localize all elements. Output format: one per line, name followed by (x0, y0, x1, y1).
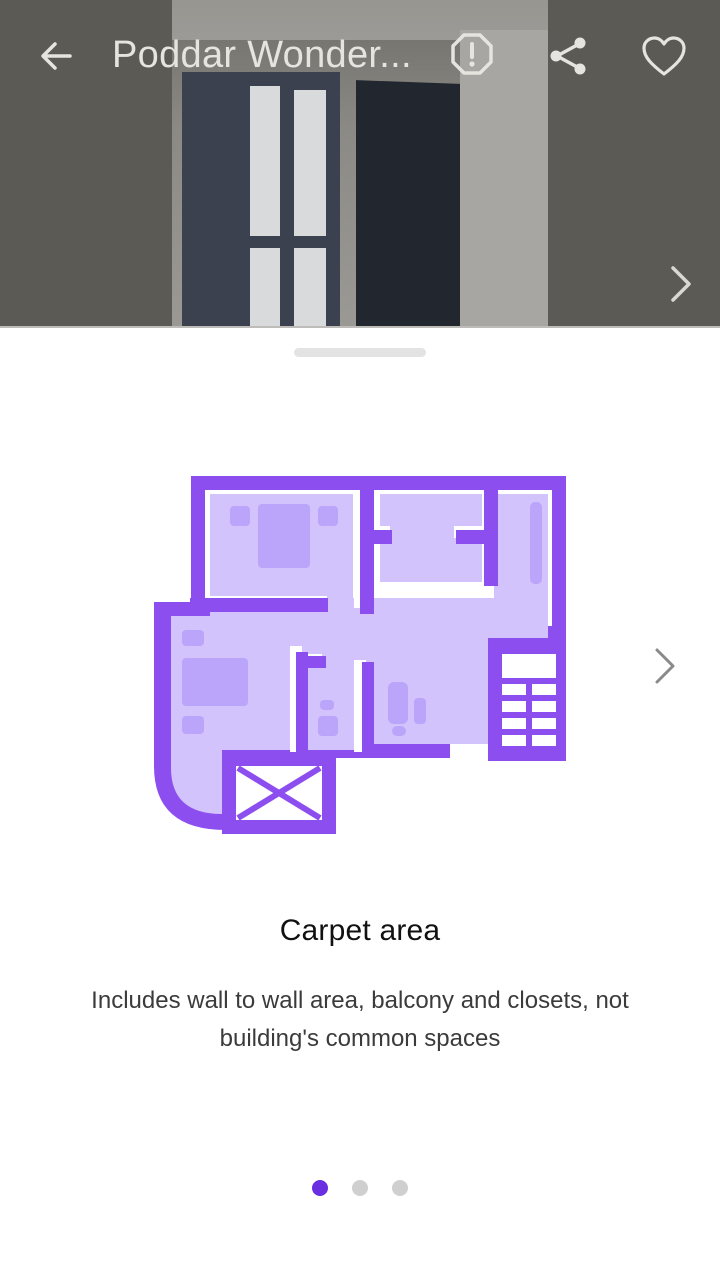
chevron-right-icon (671, 266, 691, 302)
page-title: Poddar Wonder... (112, 34, 412, 76)
sheet-drag-handle[interactable] (294, 348, 426, 357)
share-icon (550, 37, 586, 75)
photo-next-button[interactable] (656, 256, 706, 312)
share-button[interactable] (540, 28, 596, 84)
floor-plan-illustration (154, 476, 566, 834)
favorite-button[interactable] (636, 28, 692, 84)
back-button[interactable] (28, 28, 84, 84)
heart-outline-icon (642, 36, 686, 76)
top-app-bar: Poddar Wonder... (0, 0, 720, 112)
info-title: Carpet area (279, 914, 441, 947)
pager-indicator (0, 1180, 720, 1196)
arrow-left-icon (41, 42, 72, 70)
info-description: Includes wall to wall area, balcony and … (91, 987, 629, 1052)
photo-wardrobe (356, 80, 460, 328)
report-button[interactable] (444, 26, 500, 82)
alert-octagon-icon (451, 33, 493, 75)
pager-dot-1[interactable] (312, 1180, 328, 1196)
info-next-button[interactable] (640, 638, 690, 694)
chevron-right-icon (655, 648, 675, 684)
info-bottom-sheet: Carpet area Includes wall to wall area, … (0, 328, 720, 1280)
pager-dot-3[interactable] (392, 1180, 408, 1196)
pager-dot-2[interactable] (352, 1180, 368, 1196)
